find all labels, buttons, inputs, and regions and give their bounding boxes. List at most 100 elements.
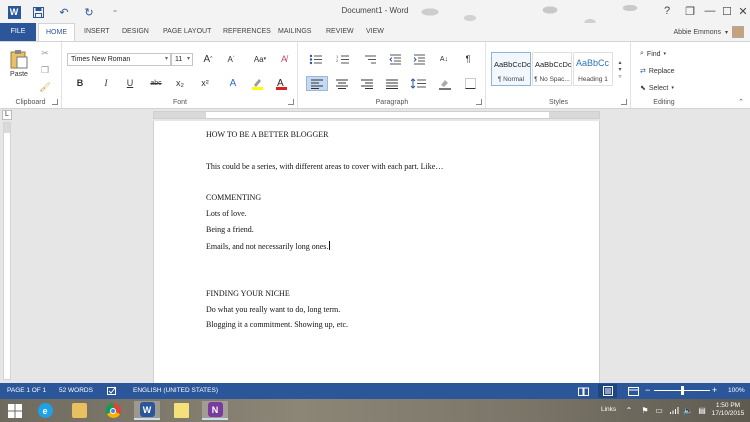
style-no-spacing[interactable]: AaBbCcDc ¶ No Spac... [532,52,572,86]
language-indicator[interactable]: ENGLISH (UNITED STATES) [133,387,218,394]
taskbar-chrome[interactable] [100,401,126,420]
tab-mailings[interactable]: MAILINGS [271,23,318,41]
style-normal[interactable]: AaBbCcDc ¶ Normal [491,52,531,86]
avatar [732,26,744,38]
web-layout-icon[interactable] [628,386,639,396]
font-launcher-icon[interactable] [288,99,294,105]
copy-icon[interactable]: ❐ [38,64,52,76]
line-spacing-icon[interactable] [409,76,429,91]
zoom-in-button[interactable]: + [712,385,717,395]
increase-indent-icon[interactable] [411,52,427,66]
doc-paragraph[interactable]: This could be a series, with different a… [206,162,443,171]
italic-button[interactable]: I [99,76,113,90]
styles-launcher-icon[interactable] [621,99,627,105]
replace-button[interactable]: ⇄ Replace [640,67,675,76]
volume-icon[interactable]: 🔈 [683,405,693,415]
doc-heading-niche[interactable]: FINDING YOUR NICHE [206,289,290,298]
decrease-indent-icon[interactable] [387,52,403,66]
tray-links-toolbar[interactable]: Links [601,406,616,413]
change-case-button[interactable]: Aa ▾ [251,52,269,66]
document-page[interactable]: HOW TO BE A BETTER BLOGGER This could be… [153,121,600,383]
taskbar-sticky-notes[interactable] [168,401,194,420]
vertical-ruler[interactable] [3,122,11,380]
grow-font-button[interactable]: A ^ [201,52,215,66]
tab-home[interactable]: HOME [38,23,75,41]
tab-file[interactable]: FILE [0,23,36,41]
strikethrough-button[interactable]: abc [147,76,165,90]
vertical-scrollbar[interactable] [739,121,750,383]
superscript-button[interactable]: x² [198,76,212,90]
numbering-icon[interactable]: 12 [334,52,354,66]
read-mode-icon[interactable] [578,386,589,396]
justify-icon[interactable] [384,76,400,91]
paste-button[interactable]: Paste [6,46,32,80]
network-icon[interactable] [669,405,679,415]
page-count[interactable]: PAGE 1 OF 1 [7,387,46,394]
help-button[interactable]: ? [657,3,677,19]
battery-icon[interactable]: ▭ [654,405,664,415]
taskbar-onenote[interactable]: N [202,401,228,420]
underline-button[interactable]: U [123,76,137,90]
subscript-button[interactable]: x₂ [173,76,187,90]
align-left-icon[interactable] [306,76,328,91]
ribbon-display-options-button[interactable]: ❐ [680,3,700,19]
taskbar-file-explorer[interactable] [66,401,92,420]
tab-design[interactable]: DESIGN [115,23,156,41]
styles-more-button[interactable]: ▴ ▾ ▿ [614,52,626,86]
action-center-icon[interactable]: ▤ [697,405,707,415]
select-button[interactable]: ⬉ Select ▾ [640,84,674,93]
shading-icon[interactable] [435,76,455,91]
flag-icon[interactable]: ⚑ [640,405,650,415]
doc-heading-title[interactable]: HOW TO BE A BETTER BLOGGER [206,130,328,139]
style-heading-1[interactable]: AaBbCc Heading 1 [573,52,613,86]
font-color-icon[interactable]: A [273,76,289,90]
collapse-ribbon-icon[interactable]: ⌃ [736,98,746,106]
align-right-icon[interactable] [359,76,375,91]
doc-paragraph[interactable]: Lots of love. [206,209,247,218]
zoom-out-button[interactable]: − [645,385,650,395]
doc-heading-commenting[interactable]: COMMENTING [206,193,261,202]
zoom-level[interactable]: 100% [728,387,745,394]
chevron-down-icon: ▾ [164,56,168,62]
doc-paragraph-current[interactable]: Emails, and not necessarily long ones. [206,241,331,251]
system-clock[interactable]: 1:50 PM 17/10/2015 [710,402,746,418]
tab-view[interactable]: VIEW [359,23,391,41]
horizontal-ruler[interactable] [153,111,600,119]
sort-icon[interactable]: A↓ [436,52,452,66]
tab-insert[interactable]: INSERT [77,23,117,41]
clipboard-launcher-icon[interactable] [52,99,58,105]
print-layout-icon[interactable] [598,384,617,398]
font-size-box[interactable]: 11 ▾ [171,53,193,66]
tab-references[interactable]: REFERENCES [216,23,278,41]
account-menu[interactable]: Abbie Emmons ▾ [674,26,744,38]
bullets-icon[interactable] [307,52,327,66]
tab-selector[interactable]: L [2,110,12,120]
bold-button[interactable]: B [73,76,87,90]
chevron-up-icon[interactable]: ⌃ [624,405,634,415]
paragraph-launcher-icon[interactable] [476,99,482,105]
doc-paragraph[interactable]: Being a friend. [206,225,254,234]
shrink-font-button[interactable]: Aˇ [224,52,238,66]
doc-paragraph[interactable]: Blogging it a commitment. Showing up, et… [206,320,348,329]
show-marks-button[interactable]: ¶ [461,52,475,66]
taskbar-word[interactable]: W [134,401,160,420]
clear-formatting-icon[interactable]: A̸ [277,52,291,66]
format-painter-icon[interactable]: 🖌 [38,81,52,93]
multilevel-list-icon[interactable] [361,52,381,66]
close-button[interactable]: ✕ [733,3,750,19]
find-button[interactable]: ⌕ Find ▾ [640,50,666,58]
taskbar-internet-explorer[interactable]: e [32,401,58,420]
highlight-color-icon[interactable] [249,76,265,90]
proofing-icon[interactable] [106,386,117,396]
word-count[interactable]: 52 WORDS [59,387,93,394]
start-button[interactable] [2,401,28,420]
align-center-icon[interactable] [334,76,350,91]
font-name-box[interactable]: Times New Roman ▾ [67,53,171,66]
tab-review[interactable]: REVIEW [319,23,361,41]
cut-icon[interactable]: ✂ [38,47,52,59]
tab-page-layout[interactable]: PAGE LAYOUT [156,23,218,41]
borders-icon[interactable] [461,76,479,91]
doc-paragraph[interactable]: Do what you really want to do, long term… [206,305,340,314]
zoom-slider-thumb[interactable] [681,386,684,395]
text-effects-icon[interactable]: A [226,76,240,90]
